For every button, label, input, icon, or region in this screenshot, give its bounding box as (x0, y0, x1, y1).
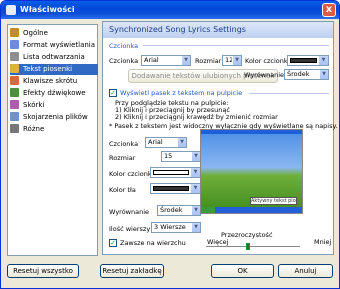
align-select-value: Środek (287, 70, 310, 78)
sidebar-item-label: Tekst piosenki (23, 65, 73, 73)
desktop-bg-picker[interactable]: ▼ (150, 183, 201, 194)
sidebar-item-icon (10, 52, 19, 61)
size-label: Rozmiar (195, 57, 222, 65)
size-select[interactable]: 12 ▼ (222, 55, 242, 66)
sidebar-item[interactable]: Format wyświetlania (10, 40, 98, 51)
sidebar-item-label: Skojarzenia plików (23, 113, 88, 121)
font-select-value: Arial (144, 56, 159, 64)
always-on-top-label[interactable]: Zawsze na wierzchu (120, 239, 186, 247)
preview-titlebar (201, 130, 302, 134)
chevron-down-icon: ▼ (319, 70, 328, 79)
sidebar-item-label: Skórki (23, 101, 45, 109)
sidebar-item-label: Klawisze skrótu (23, 77, 78, 85)
desktop-align-value: Środek (160, 206, 183, 214)
reset-tab-button[interactable]: Resetuj zakładkę (100, 264, 164, 278)
transparency-more-label: Więcej (207, 238, 229, 246)
sidebar-item-icon (10, 28, 19, 37)
properties-window: Właściwości x Ogólne Format wyświetlania L… (0, 0, 340, 289)
align-label: Wyrównanie (244, 71, 285, 79)
sidebar-item-icon (10, 100, 19, 109)
font-select[interactable]: Arial ▼ (141, 55, 191, 66)
sidebar-item[interactable]: Różne (10, 124, 98, 135)
sidebar-item-icon (10, 88, 19, 97)
transparency-slider-thumb[interactable] (246, 243, 251, 250)
desktop-lines-value: 3 Wiersze (154, 223, 186, 231)
chevron-down-icon: ▼ (191, 152, 200, 161)
desktop-preview: Aktywny tekst piosenki (200, 129, 303, 214)
chevron-down-icon: ▼ (191, 168, 200, 177)
chevron-down-icon: ▼ (191, 206, 200, 215)
desktop-size-select[interactable]: 15 ▼ (161, 151, 201, 162)
desktop-bg-swatch (153, 186, 189, 191)
sidebar-item[interactable]: Ogólne (10, 28, 98, 39)
sidebar-item-icon (10, 64, 19, 73)
desktop-color-picker[interactable]: ▼ (150, 167, 201, 178)
desktop-font-value: Arial (148, 138, 163, 146)
hint-line-3: 2) Kliknij i przeciągnij krawędź by zmie… (115, 113, 278, 121)
sidebar-item[interactable]: Lista odtwarzania (10, 52, 98, 63)
desktop-color-swatch (153, 170, 189, 175)
desktop-bar-check-label[interactable]: Wyświetl pasek z tekstem na pulpicie (120, 89, 242, 97)
transparency-label: Przezroczystość (221, 231, 273, 239)
align-select[interactable]: Środek ▼ (284, 69, 329, 80)
desktop-lines-label: Ilość wierszy (109, 225, 151, 233)
sidebar-item-label: Różne (23, 125, 45, 133)
chevron-down-icon: ▼ (191, 223, 200, 232)
desktop-font-label: Czcionka (109, 140, 139, 148)
chevron-down-icon: ▼ (319, 56, 328, 65)
sidebar-item[interactable]: Skórki (10, 100, 98, 111)
sidebar-item[interactable]: Tekst piosenki (10, 64, 98, 75)
sidebar-item-icon (10, 76, 19, 85)
sidebar-item-label: Lista odtwarzania (23, 53, 85, 61)
cancel-button[interactable]: Anuluj (278, 264, 333, 278)
desktop-align-select[interactable]: Środek ▼ (157, 205, 201, 216)
reset-all-button[interactable]: Resetuj wszystko (7, 264, 79, 278)
sidebar: Ogólne Format wyświetlania Lista odtwarzan… (7, 24, 98, 256)
desktop-color-label: Kolor czcionki (109, 170, 154, 178)
preview-taskbar (201, 207, 302, 213)
sidebar-item-label: Ogólne (23, 29, 48, 37)
chevron-down-icon: ▼ (181, 56, 190, 65)
preview-lyrics-bar: Aktywny tekst piosenki (250, 197, 297, 205)
desktop-align-label: Wyrównanie (109, 208, 150, 216)
desktop-size-value: 15 (164, 152, 173, 160)
sidebar-item-icon (10, 112, 19, 121)
transparency-slider-track[interactable] (206, 246, 300, 247)
chevron-down-icon: ▼ (232, 56, 241, 65)
font-color-label: Kolor czcionki (245, 57, 290, 65)
sidebar-item-label: Efekty dźwiękowe (23, 89, 86, 97)
desktop-bar-checkbox[interactable]: ✓ (109, 89, 117, 97)
font-label: Czcionka (109, 57, 139, 65)
window-title: Właściwości (20, 5, 75, 14)
font-group-divider (143, 45, 329, 46)
title-bar: Właściwości x (1, 1, 339, 19)
panel-header: Synchronized Song Lyrics Settings (103, 22, 333, 38)
chevron-down-icon: ▼ (191, 184, 200, 193)
transparency-less-label: Mniej (314, 238, 332, 246)
sidebar-item[interactable]: Klawisze skrótu (10, 76, 98, 87)
ok-button[interactable]: OK (211, 264, 274, 278)
font-color-picker[interactable]: ▼ (287, 55, 329, 66)
desktop-group-divider (249, 93, 329, 94)
chevron-down-icon: ▼ (177, 138, 186, 147)
desktop-bg-label: Kolor tła (109, 186, 136, 194)
desktop-size-label: Rozmiar (109, 154, 136, 162)
sidebar-item[interactable]: Efekty dźwiękowe (10, 88, 98, 99)
sidebar-item-label: Format wyświetlania (23, 41, 96, 49)
app-icon (6, 5, 16, 15)
sidebar-item-icon (10, 124, 19, 133)
font-color-swatch (290, 58, 317, 63)
preview-start-button (201, 207, 215, 213)
font-group-label: Czcionka (109, 42, 139, 50)
close-button[interactable]: x (322, 3, 336, 17)
sidebar-item-icon (10, 40, 19, 49)
desktop-font-select[interactable]: Arial ▼ (145, 137, 187, 148)
desktop-lines-select[interactable]: 3 Wiersze ▼ (151, 222, 201, 233)
always-on-top-checkbox[interactable]: ✓ (109, 239, 117, 247)
sidebar-item[interactable]: Skojarzenia plików (10, 112, 98, 123)
